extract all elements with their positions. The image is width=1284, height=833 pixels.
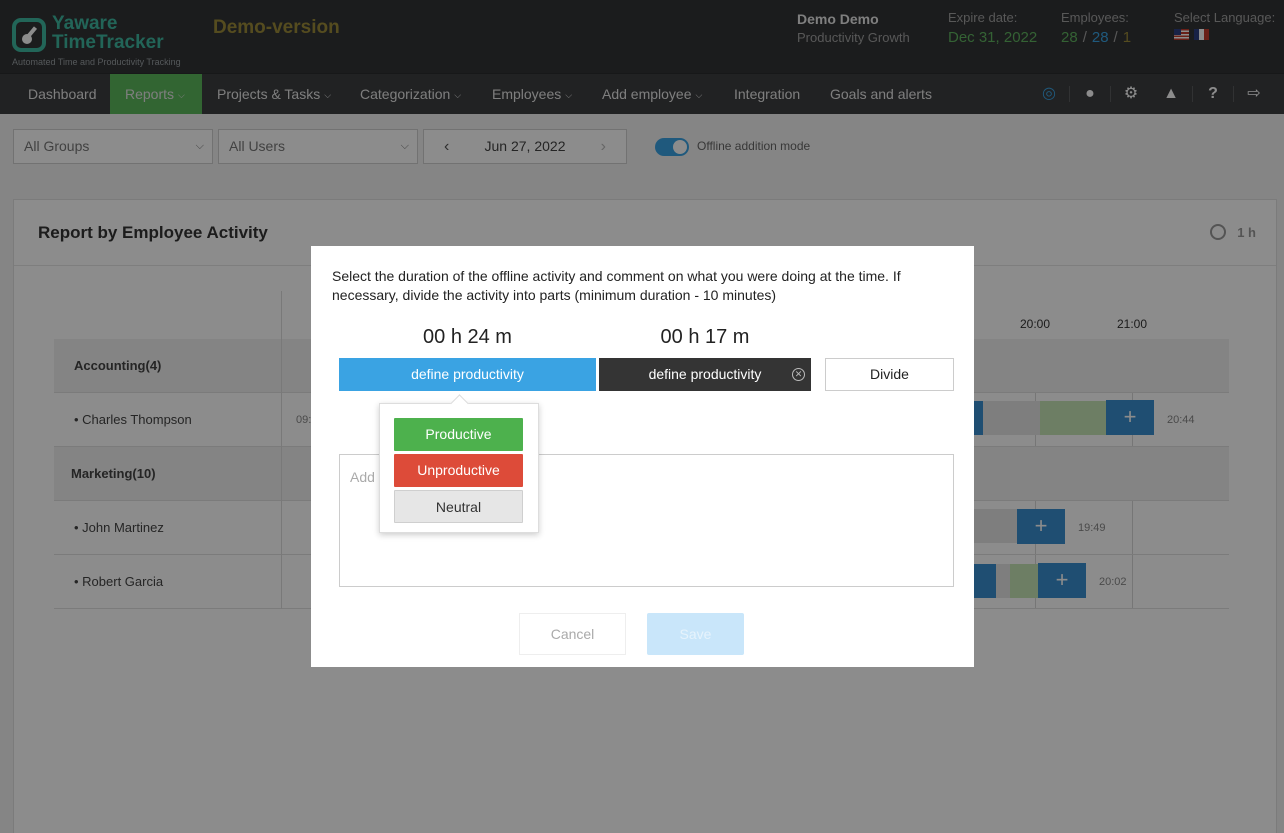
segment-duration: 00 h 24 m	[423, 326, 512, 348]
cancel-button[interactable]: Cancel	[519, 613, 626, 655]
comment-placeholder: Add	[350, 469, 375, 485]
productivity-popover: Productive Unproductive Neutral	[379, 403, 539, 533]
segment-productivity-button[interactable]: define productivity	[339, 358, 596, 391]
offline-activity-dialog: Select the duration of the offline activ…	[311, 246, 974, 667]
segment-label: define productivity	[648, 366, 762, 382]
divide-button[interactable]: Divide	[825, 358, 954, 391]
unproductive-option[interactable]: Unproductive	[394, 454, 523, 487]
productive-option[interactable]: Productive	[394, 418, 523, 451]
neutral-option[interactable]: Neutral	[394, 490, 523, 523]
segment-productivity-button[interactable]: define productivity ✕	[599, 358, 811, 391]
dialog-instructions: Select the duration of the offline activ…	[332, 268, 901, 303]
save-button[interactable]: Save	[647, 613, 744, 655]
close-icon[interactable]: ✕	[792, 368, 805, 381]
segment-duration: 00 h 17 m	[660, 326, 750, 348]
